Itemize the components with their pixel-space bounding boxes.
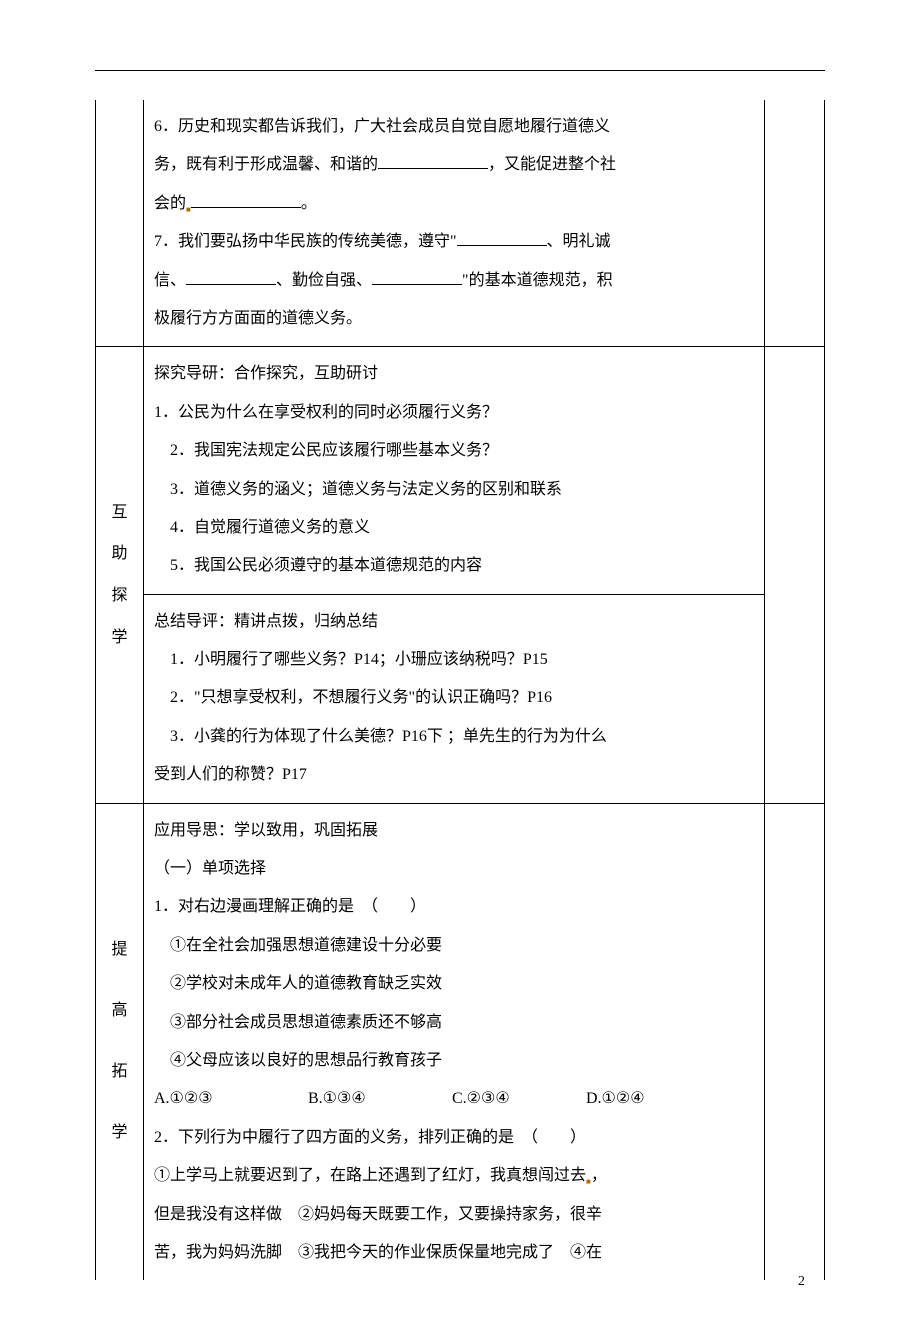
- label-char: 高: [106, 981, 133, 1042]
- text: 信、: [154, 272, 186, 289]
- option-d[interactable]: D.①②④: [586, 1080, 645, 1118]
- text-line: 务，既有利于形成温馨、和谐的 ，又能促进整个社: [154, 146, 754, 184]
- text: ，: [591, 1167, 607, 1184]
- answer-options: A.①②③ B.①③④ C.②③④ D.①②④: [154, 1080, 754, 1118]
- discuss-content: 探究导研：合作探究，互助研讨 1．公民为什么在享受权利的同时必须履行义务？ 2．…: [144, 347, 765, 594]
- label-char: 拓: [106, 1042, 133, 1103]
- fill-blank[interactable]: [372, 268, 462, 285]
- practice-content: 应用导思：学以致用，巩固拓展 （一）单项选择 1．对右边漫画理解正确的是 （ ）…: [144, 803, 765, 1280]
- sub-heading: 应用导思：学以致用，巩固拓展: [154, 812, 754, 850]
- question: 2．"只想享受权利，不想履行义务"的认识正确吗？P16: [154, 679, 754, 717]
- label-char: 学: [106, 617, 133, 659]
- text-line: 6．历史和现实都告诉我们，广大社会成员自觉自愿地履行道德义: [154, 108, 754, 146]
- worksheet-table: 6．历史和现实都告诉我们，广大社会成员自觉自愿地履行道德义 务，既有利于形成温馨…: [95, 100, 825, 1280]
- summary-content: 总结导评：精讲点拨，归纳总结 1．小明履行了哪些义务？P14；小珊应该纳税吗？P…: [144, 594, 765, 803]
- text: 、明礼诚: [547, 233, 611, 250]
- section-label-extend: 提 高 拓 学: [96, 803, 144, 1280]
- option-b[interactable]: B.①③④: [308, 1080, 448, 1118]
- option-c[interactable]: C.②③④: [452, 1080, 582, 1118]
- margin-cell: [765, 347, 825, 803]
- header-rule: [95, 70, 825, 71]
- margin-cell: [765, 100, 825, 347]
- question: 2．我国宪法规定公民应该履行哪些基本义务？: [154, 432, 754, 470]
- section-label-study: 互 助 探 学: [96, 347, 144, 803]
- question: 4．自觉履行道德义务的意义: [154, 509, 754, 547]
- question-line: 但是我没有这样做 ②妈妈每天既要工作，又要操持家务，很辛: [154, 1196, 754, 1234]
- text-line: 7．我们要弘扬中华民族的传统美德，遵守" 、明礼诚: [154, 223, 754, 261]
- margin-cell: [765, 803, 825, 1280]
- question: 1．小明履行了哪些义务？P14；小珊应该纳税吗？P15: [154, 641, 754, 679]
- text: 、勤俭自强、: [276, 272, 372, 289]
- text: 。: [301, 195, 317, 212]
- question: 1．公民为什么在享受权利的同时必须履行义务？: [154, 394, 754, 432]
- fill-blank[interactable]: [191, 191, 301, 208]
- text: ，又能促进整个社: [488, 156, 616, 173]
- text: "的基本道德规范，积: [462, 272, 613, 289]
- label-char: 互: [106, 492, 133, 534]
- option-text: ④父母应该以良好的思想品行教育孩子: [154, 1042, 754, 1080]
- sub-heading: 探究导研：合作探究，互助研讨: [154, 355, 754, 393]
- page-number: 2: [798, 1274, 805, 1290]
- label-char: 探: [106, 575, 133, 617]
- top-content: 6．历史和现实都告诉我们，广大社会成员自觉自愿地履行道德义 务，既有利于形成温馨…: [144, 100, 765, 347]
- fill-blank[interactable]: [186, 268, 276, 285]
- fill-blank[interactable]: [378, 152, 488, 169]
- option-text: ③部分社会成员思想道德素质还不够高: [154, 1004, 754, 1042]
- question-line: 苦，我为妈妈洗脚 ③我把今天的作业保质保量地完成了 ④在: [154, 1234, 754, 1272]
- text-line: 极履行方方面面的道德义务。: [154, 300, 754, 338]
- question: 3．道德义务的涵义；道德义务与法定义务的区别和联系: [154, 471, 754, 509]
- row-label-empty: [96, 100, 144, 347]
- question: 受到人们的称赞？P17: [154, 756, 754, 794]
- option-text: ②学校对未成年人的道德教育缺乏实效: [154, 965, 754, 1003]
- text: 会的: [154, 195, 186, 212]
- text: 务，既有利于形成温馨、和谐的: [154, 156, 378, 173]
- question: 5．我国公民必须遵守的基本道德规范的内容: [154, 547, 754, 585]
- label-char: 助: [106, 533, 133, 575]
- question: 3．小龚的行为体现了什么美德？P16下 ；单先生的行为为什么: [154, 718, 754, 756]
- text: 7．我们要弘扬中华民族的传统美德，遵守": [154, 233, 457, 250]
- question: 2．下列行为中履行了四方面的义务，排列正确的是 （ ）: [154, 1119, 754, 1157]
- text-line: 信、 、勤俭自强、 "的基本道德规范，积: [154, 262, 754, 300]
- sub-heading: 总结导评：精讲点拨，归纳总结: [154, 603, 754, 641]
- question: 1．对右边漫画理解正确的是 （ ）: [154, 888, 754, 926]
- label-char: 提: [106, 920, 133, 981]
- option-text: ①在全社会加强思想道德建设十分必要: [154, 927, 754, 965]
- label-char: 学: [106, 1103, 133, 1164]
- question-line: ①上学马上就要迟到了，在路上还遇到了红灯，我真想闯过去■，: [154, 1157, 754, 1195]
- option-a[interactable]: A.①②③: [154, 1080, 304, 1118]
- section-title: （一）单项选择: [154, 850, 754, 888]
- fill-blank[interactable]: [457, 229, 547, 246]
- text: ①上学马上就要迟到了，在路上还遇到了红灯，我真想闯过去: [154, 1167, 586, 1184]
- text-line: 会的■。: [154, 185, 754, 223]
